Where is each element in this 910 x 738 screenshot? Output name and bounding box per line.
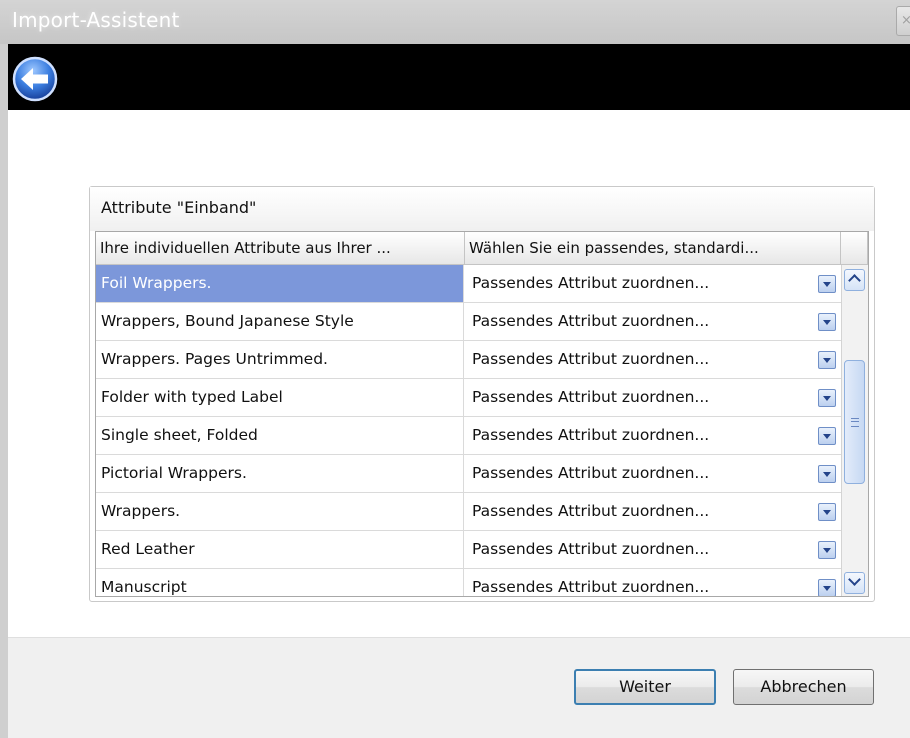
source-attribute-cell[interactable]: Pictorial Wrappers.	[96, 455, 464, 492]
chevron-down-icon[interactable]	[818, 541, 836, 559]
source-attribute-cell[interactable]: Red Leather	[96, 531, 464, 568]
cancel-button[interactable]: Abbrechen	[733, 669, 874, 705]
source-attribute-cell[interactable]: Foil Wrappers.	[96, 265, 464, 302]
dropdown-value: Passendes Attribut zuordnen...	[472, 426, 710, 444]
source-attribute-cell[interactable]: Single sheet, Folded	[96, 417, 464, 454]
table-row[interactable]: Wrappers. Passendes Attribut zuordnen...	[96, 493, 841, 531]
window-title: Import-Assistent	[12, 8, 180, 32]
grid-header: Ihre individuellen Attribute aus Ihrer .…	[96, 232, 868, 265]
target-attribute-dropdown[interactable]: Passendes Attribut zuordnen...	[465, 493, 841, 530]
column-header-source[interactable]: Ihre individuellen Attribute aus Ihrer .…	[96, 232, 465, 264]
target-attribute-dropdown[interactable]: Passendes Attribut zuordnen...	[465, 417, 841, 454]
table-row[interactable]: Wrappers, Bound Japanese Style Passendes…	[96, 303, 841, 341]
table-row[interactable]: Manuscript Passendes Attribut zuordnen..…	[96, 569, 841, 596]
table-row[interactable]: Wrappers. Pages Untrimmed. Passendes Att…	[96, 341, 841, 379]
title-bar[interactable]: Import-Assistent ×	[0, 0, 910, 44]
chevron-down-icon[interactable]	[818, 427, 836, 445]
target-attribute-dropdown[interactable]: Passendes Attribut zuordnen...	[465, 303, 841, 340]
wizard-client-area: Attribute "Einband" Ihre individuellen A…	[8, 44, 910, 738]
close-button[interactable]: ×	[896, 6, 910, 36]
source-attribute-cell[interactable]: Wrappers, Bound Japanese Style	[96, 303, 464, 340]
source-attribute-cell[interactable]: Wrappers.	[96, 493, 464, 530]
table-row[interactable]: Single sheet, Folded Passendes Attribut …	[96, 417, 841, 455]
chevron-down-icon[interactable]	[818, 275, 836, 293]
navigation-bar	[8, 44, 910, 110]
wizard-content: Attribute "Einband" Ihre individuellen A…	[8, 110, 910, 637]
dropdown-value: Passendes Attribut zuordnen...	[472, 312, 710, 330]
source-attribute-cell[interactable]: Folder with typed Label	[96, 379, 464, 416]
source-attribute-cell[interactable]: Manuscript	[96, 569, 464, 596]
attribute-group-panel: Attribute "Einband" Ihre individuellen A…	[89, 186, 875, 602]
chevron-down-icon[interactable]	[818, 351, 836, 369]
dropdown-value: Passendes Attribut zuordnen...	[472, 350, 710, 368]
next-button[interactable]: Weiter	[574, 669, 716, 705]
chevron-down-icon[interactable]	[844, 572, 865, 594]
table-row[interactable]: Red Leather Passendes Attribut zuordnen.…	[96, 531, 841, 569]
chevron-down-icon[interactable]	[818, 313, 836, 331]
dropdown-value: Passendes Attribut zuordnen...	[472, 464, 710, 482]
target-attribute-dropdown[interactable]: Passendes Attribut zuordnen...	[465, 531, 841, 568]
dropdown-value: Passendes Attribut zuordnen...	[472, 388, 710, 406]
target-attribute-dropdown[interactable]: Passendes Attribut zuordnen...	[465, 379, 841, 416]
import-wizard-window: Import-Assistent ×	[0, 0, 910, 738]
attribute-mapping-grid: Ihre individuellen Attribute aus Ihrer .…	[95, 231, 869, 597]
table-row[interactable]: Pictorial Wrappers. Passendes Attribut z…	[96, 455, 841, 493]
column-header-spacer	[841, 232, 868, 264]
chevron-down-icon[interactable]	[818, 503, 836, 521]
column-header-target[interactable]: Wählen Sie ein passendes, standardi...	[465, 232, 841, 264]
grip-icon	[851, 418, 859, 427]
table-row[interactable]: Folder with typed Label Passendes Attrib…	[96, 379, 841, 417]
vertical-scrollbar[interactable]	[841, 265, 868, 596]
grid-rows: Foil Wrappers. Passendes Attribut zuordn…	[96, 265, 841, 596]
dropdown-value: Passendes Attribut zuordnen...	[472, 540, 710, 558]
group-title: Attribute "Einband"	[101, 198, 257, 217]
dropdown-value: Passendes Attribut zuordnen...	[472, 578, 710, 596]
dropdown-value: Passendes Attribut zuordnen...	[472, 502, 710, 520]
chevron-up-icon[interactable]	[844, 269, 865, 291]
chevron-down-icon[interactable]	[818, 465, 836, 483]
target-attribute-dropdown[interactable]: Passendes Attribut zuordnen...	[465, 569, 841, 596]
target-attribute-dropdown[interactable]: Passendes Attribut zuordnen...	[465, 265, 841, 302]
chevron-down-icon[interactable]	[818, 389, 836, 407]
table-row[interactable]: Foil Wrappers. Passendes Attribut zuordn…	[96, 265, 841, 303]
target-attribute-dropdown[interactable]: Passendes Attribut zuordnen...	[465, 455, 841, 492]
scrollbar-thumb[interactable]	[844, 360, 865, 484]
target-attribute-dropdown[interactable]: Passendes Attribut zuordnen...	[465, 341, 841, 378]
source-attribute-cell[interactable]: Wrappers. Pages Untrimmed.	[96, 341, 464, 378]
back-button[interactable]	[11, 55, 59, 103]
chevron-down-icon[interactable]	[818, 579, 836, 596]
dropdown-value: Passendes Attribut zuordnen...	[472, 274, 710, 292]
group-header: Attribute "Einband"	[90, 187, 874, 231]
back-arrow-icon	[12, 56, 58, 102]
wizard-footer: Weiter Abbrechen	[8, 637, 910, 738]
